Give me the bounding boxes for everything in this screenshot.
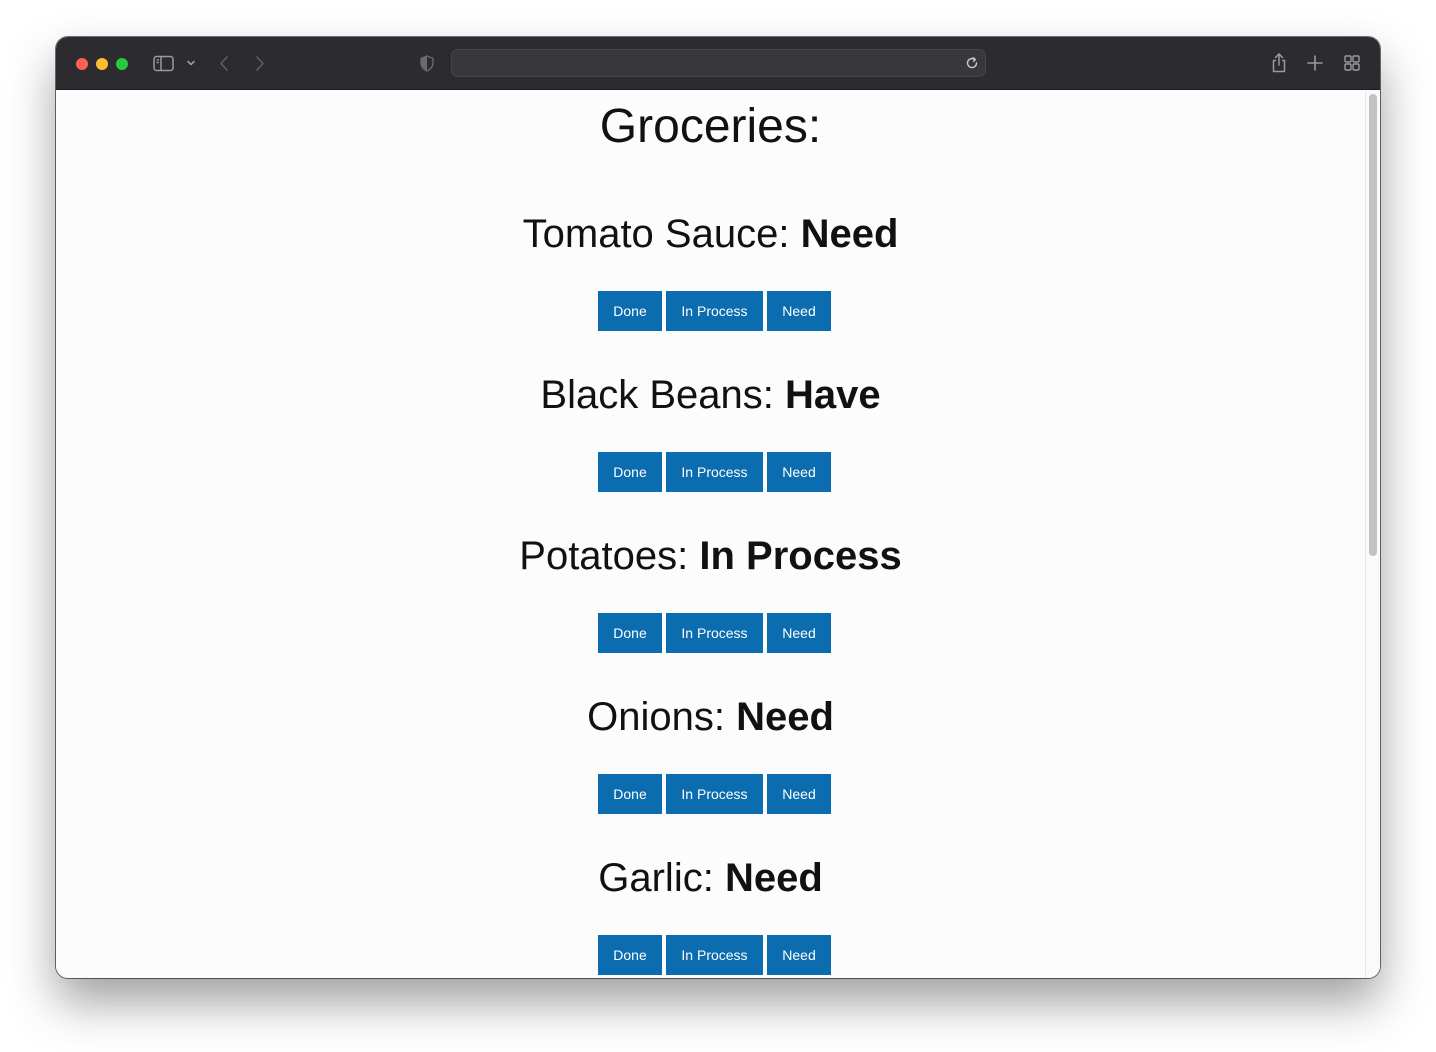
item-name: Black Beans: [540, 373, 785, 417]
in-process-button[interactable]: In Process [666, 774, 763, 814]
item-heading: Tomato Sauce: Need [56, 211, 1365, 257]
in-process-button[interactable]: In Process [666, 452, 763, 492]
page-title: Groceries: [599, 100, 822, 153]
item-status: In Process [699, 534, 902, 578]
grocery-item-tomato-sauce: Tomato Sauce: Need Done In Process Need [56, 211, 1365, 351]
item-name: Garlic: [598, 856, 725, 900]
need-button[interactable]: Need [767, 452, 831, 492]
minimize-window-button[interactable] [96, 58, 108, 70]
item-heading: Garlic: Need [56, 855, 1365, 901]
vertical-scrollbar[interactable] [1365, 91, 1380, 978]
address-bar[interactable] [451, 49, 986, 77]
grocery-item-onions: Onions: Need Done In Process Need [56, 694, 1365, 834]
grocery-item-black-beans: Black Beans: Have Done In Process Need [56, 372, 1365, 512]
item-name: Tomato Sauce: [522, 212, 801, 256]
done-button[interactable]: Done [598, 291, 662, 331]
status-button-group: Done In Process Need [56, 774, 1365, 814]
back-arrow-icon[interactable] [216, 54, 234, 73]
grocery-item-potatoes: Potatoes: In Process Done In Process Nee… [56, 533, 1365, 673]
status-button-group: Done In Process Need [56, 935, 1365, 975]
item-status: Need [724, 856, 823, 900]
status-button-group: Done In Process Need [56, 291, 1365, 331]
need-button[interactable]: Need [767, 774, 831, 814]
close-window-button[interactable] [76, 58, 88, 70]
done-button[interactable]: Done [598, 935, 662, 975]
in-process-button[interactable]: In Process [666, 291, 763, 331]
tab-overview-icon[interactable] [1343, 54, 1361, 72]
item-name: Onions: [587, 695, 737, 739]
share-icon[interactable] [1269, 52, 1289, 74]
need-button[interactable]: Need [767, 613, 831, 653]
in-process-button[interactable]: In Process [666, 935, 763, 975]
done-button[interactable]: Done [598, 452, 662, 492]
need-button[interactable]: Need [767, 935, 831, 975]
reload-icon[interactable] [965, 56, 979, 70]
item-status: Have [784, 373, 881, 417]
done-button[interactable]: Done [598, 774, 662, 814]
item-heading: Onions: Need [56, 694, 1365, 740]
item-heading: Potatoes: In Process [56, 533, 1365, 579]
zoom-window-button[interactable] [116, 58, 128, 70]
done-button[interactable]: Done [598, 613, 662, 653]
privacy-shield-icon[interactable] [418, 54, 436, 73]
grocery-item-garlic: Garlic: Need Done In Process Need [56, 855, 1365, 978]
need-button[interactable]: Need [767, 291, 831, 331]
status-button-group: Done In Process Need [56, 452, 1365, 492]
sidebar-icon[interactable] [153, 55, 174, 72]
item-name: Potatoes: [519, 534, 700, 578]
page-viewport: Groceries: Tomato Sauce: Need Done In Pr… [56, 91, 1380, 978]
scrollbar-thumb[interactable] [1369, 94, 1377, 556]
item-heading: Black Beans: Have [56, 372, 1365, 418]
item-status: Need [800, 212, 899, 256]
browser-toolbar [56, 37, 1380, 90]
in-process-button[interactable]: In Process [666, 613, 763, 653]
new-tab-plus-icon[interactable] [1306, 54, 1324, 72]
forward-arrow-icon[interactable] [250, 54, 268, 73]
chevron-down-icon[interactable] [185, 57, 197, 69]
browser-window: Groceries: Tomato Sauce: Need Done In Pr… [56, 37, 1380, 978]
status-button-group: Done In Process Need [56, 613, 1365, 653]
item-status: Need [736, 695, 834, 739]
